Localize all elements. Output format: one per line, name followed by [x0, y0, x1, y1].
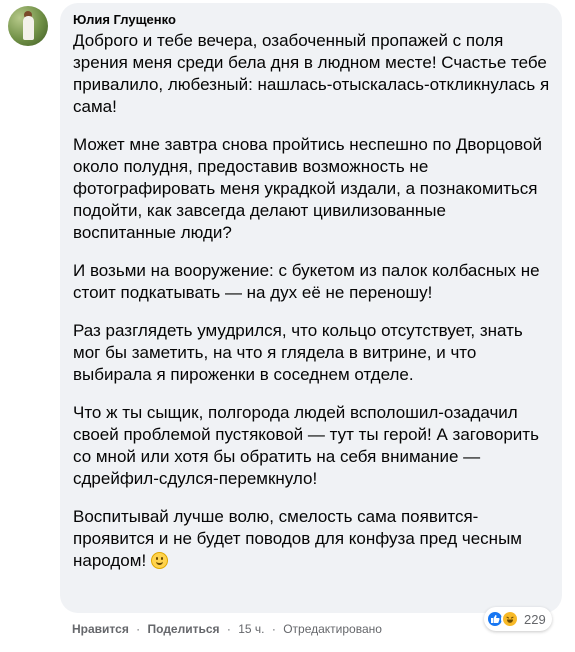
comment-paragraph-1: Доброго и тебе вечера, озабоченный пропа… [73, 31, 550, 116]
reactions-count: 229 [524, 611, 546, 627]
haha-icon [501, 610, 519, 628]
comment-paragraph-3: И возьми на вооружение: с букетом из пал… [73, 261, 540, 302]
comment-paragraph-5: Что ж ты сыщик, полгорода людей всполоши… [73, 403, 539, 488]
comment-paragraph-4: Раз разглядеть умудрился, что кольцо отс… [73, 321, 523, 384]
comment-bubble: Юлия Глущенко Доброго и тебе вечера, оза… [60, 3, 562, 613]
avatar[interactable] [8, 6, 48, 46]
separator: · [136, 622, 141, 636]
comment-paragraph-6-text: Воспитывай лучше волю, смелость сама поя… [73, 507, 522, 570]
separator: · [226, 622, 231, 636]
separator: · [271, 622, 276, 636]
comment-paragraph-2: Может мне завтра снова пройтись неспешно… [73, 135, 542, 242]
edited-label: Отредактировано [283, 622, 382, 636]
comment-paragraph-6: Воспитывай лучше волю, смелость сама поя… [73, 506, 550, 572]
share-button[interactable]: Поделиться [148, 622, 220, 636]
comment-author[interactable]: Юлия Глущенко [73, 12, 550, 28]
avatar-figure [23, 16, 34, 40]
timestamp[interactable]: 15 ч. [238, 622, 264, 636]
reactions-summary[interactable]: 229 [484, 607, 552, 631]
smiling-face-emoji-icon [150, 552, 168, 569]
comment-actions: Нравится · Поделиться · 15 ч. · Отредакт… [72, 621, 382, 637]
like-button[interactable]: Нравится [72, 622, 129, 636]
